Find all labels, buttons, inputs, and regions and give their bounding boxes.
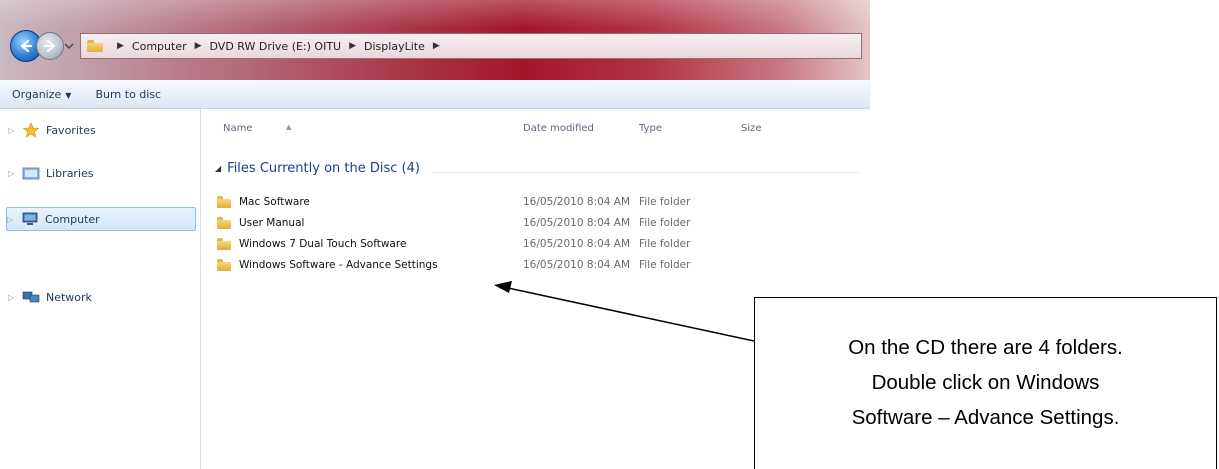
address-bar[interactable]: ▶ Computer ▶ DVD RW Drive (E:) OITU ▶ Di…	[80, 33, 862, 59]
callout-line: On the CD there are 4 folders.	[848, 336, 1123, 359]
recent-pages-chevron-icon[interactable]	[64, 42, 74, 50]
breadcrumb-computer[interactable]: Computer	[132, 40, 187, 53]
file-type: File folder	[639, 196, 691, 208]
sidebar-item-computer[interactable]: ▷ Computer	[6, 207, 196, 231]
column-header-type[interactable]: Type	[639, 123, 662, 134]
computer-icon	[22, 212, 38, 225]
sidebar-item-label: Computer	[45, 212, 100, 226]
callout-line: Double click on Windows	[871, 371, 1100, 394]
expand-arrow-icon[interactable]: ▷	[8, 293, 22, 302]
breadcrumb-separator-icon[interactable]: ▶	[117, 41, 124, 51]
breadcrumb-displaylite[interactable]: DisplayLite	[364, 40, 425, 53]
file-name: Mac Software	[239, 196, 310, 208]
sidebar-item-favorites[interactable]: ▷ Favorites	[8, 119, 96, 141]
expand-arrow-icon[interactable]: ▷	[8, 126, 22, 135]
file-type: File folder	[639, 238, 691, 250]
command-toolbar: Organize ▼ Burn to disc	[0, 80, 870, 109]
column-header-name[interactable]: Name	[223, 123, 253, 134]
sidebar-item-label: Libraries	[46, 166, 94, 180]
file-name: Windows Software - Advance Settings	[239, 259, 438, 271]
sort-up-icon: ▲	[286, 123, 292, 131]
organize-menu-button[interactable]: Organize ▼	[0, 88, 83, 101]
group-label: Files Currently on the Disc (4)	[227, 161, 420, 176]
folder-icon	[217, 238, 231, 250]
back-arrow-icon	[20, 39, 33, 53]
title-bar: ▶ Computer ▶ DVD RW Drive (E:) OITU ▶ Di…	[0, 0, 870, 80]
breadcrumb-drive[interactable]: DVD RW Drive (E:) OITU	[210, 40, 342, 53]
file-date: 16/05/2010 8:04 AM	[523, 217, 631, 229]
file-date: 16/05/2010 8:04 AM	[523, 238, 631, 250]
folder-icon	[217, 259, 231, 271]
file-date: 16/05/2010 8:04 AM	[523, 196, 631, 208]
folder-icon	[87, 40, 103, 52]
expand-arrow-icon[interactable]: ▷	[8, 169, 22, 178]
file-type: File folder	[639, 217, 691, 229]
file-name: User Manual	[239, 217, 305, 229]
instruction-callout: On the CD there are 4 folders. Double cl…	[754, 297, 1217, 469]
callout-text: On the CD there are 4 folders. Double cl…	[755, 330, 1216, 435]
breadcrumb-separator-icon[interactable]: ▶	[195, 41, 202, 51]
network-icon	[22, 291, 40, 303]
sidebar-item-label: Network	[46, 290, 92, 304]
group-divider	[431, 172, 861, 173]
column-header-row: ▲ Name Date modified Type Size	[201, 109, 870, 143]
burn-to-disc-button[interactable]: Burn to disc	[83, 88, 173, 101]
star-icon	[22, 122, 40, 138]
sidebar-item-libraries[interactable]: ▷ Libraries	[8, 162, 94, 184]
column-header-date[interactable]: Date modified	[523, 123, 594, 134]
file-name: Windows 7 Dual Touch Software	[239, 238, 407, 250]
file-date: 16/05/2010 8:04 AM	[523, 259, 631, 271]
breadcrumb-separator-icon[interactable]: ▶	[433, 41, 440, 51]
sidebar-item-label: Favorites	[46, 123, 96, 137]
collapse-triangle-icon[interactable]: ◢	[215, 164, 221, 173]
breadcrumb-separator-icon[interactable]: ▶	[349, 41, 356, 51]
folder-icon	[217, 217, 231, 229]
sidebar-item-network[interactable]: ▷ Network	[8, 286, 92, 308]
folder-icon	[217, 196, 231, 208]
file-type: File folder	[639, 259, 691, 271]
group-header[interactable]: ◢ Files Currently on the Disc (4)	[215, 161, 420, 176]
organize-label: Organize	[12, 87, 62, 101]
navigation-pane: ▷ Favorites ▷ Libraries ▷ Computer ▷ Net…	[0, 109, 201, 469]
expand-arrow-icon[interactable]: ▷	[7, 215, 21, 224]
forward-button[interactable]	[36, 32, 64, 60]
column-header-size[interactable]: Size	[741, 123, 762, 134]
chevron-down-icon: ▼	[65, 90, 72, 100]
libraries-icon	[22, 167, 40, 180]
explorer-window: ▶ Computer ▶ DVD RW Drive (E:) OITU ▶ Di…	[0, 0, 870, 469]
callout-line: Software – Advance Settings.	[851, 406, 1120, 429]
forward-arrow-icon	[44, 40, 55, 52]
